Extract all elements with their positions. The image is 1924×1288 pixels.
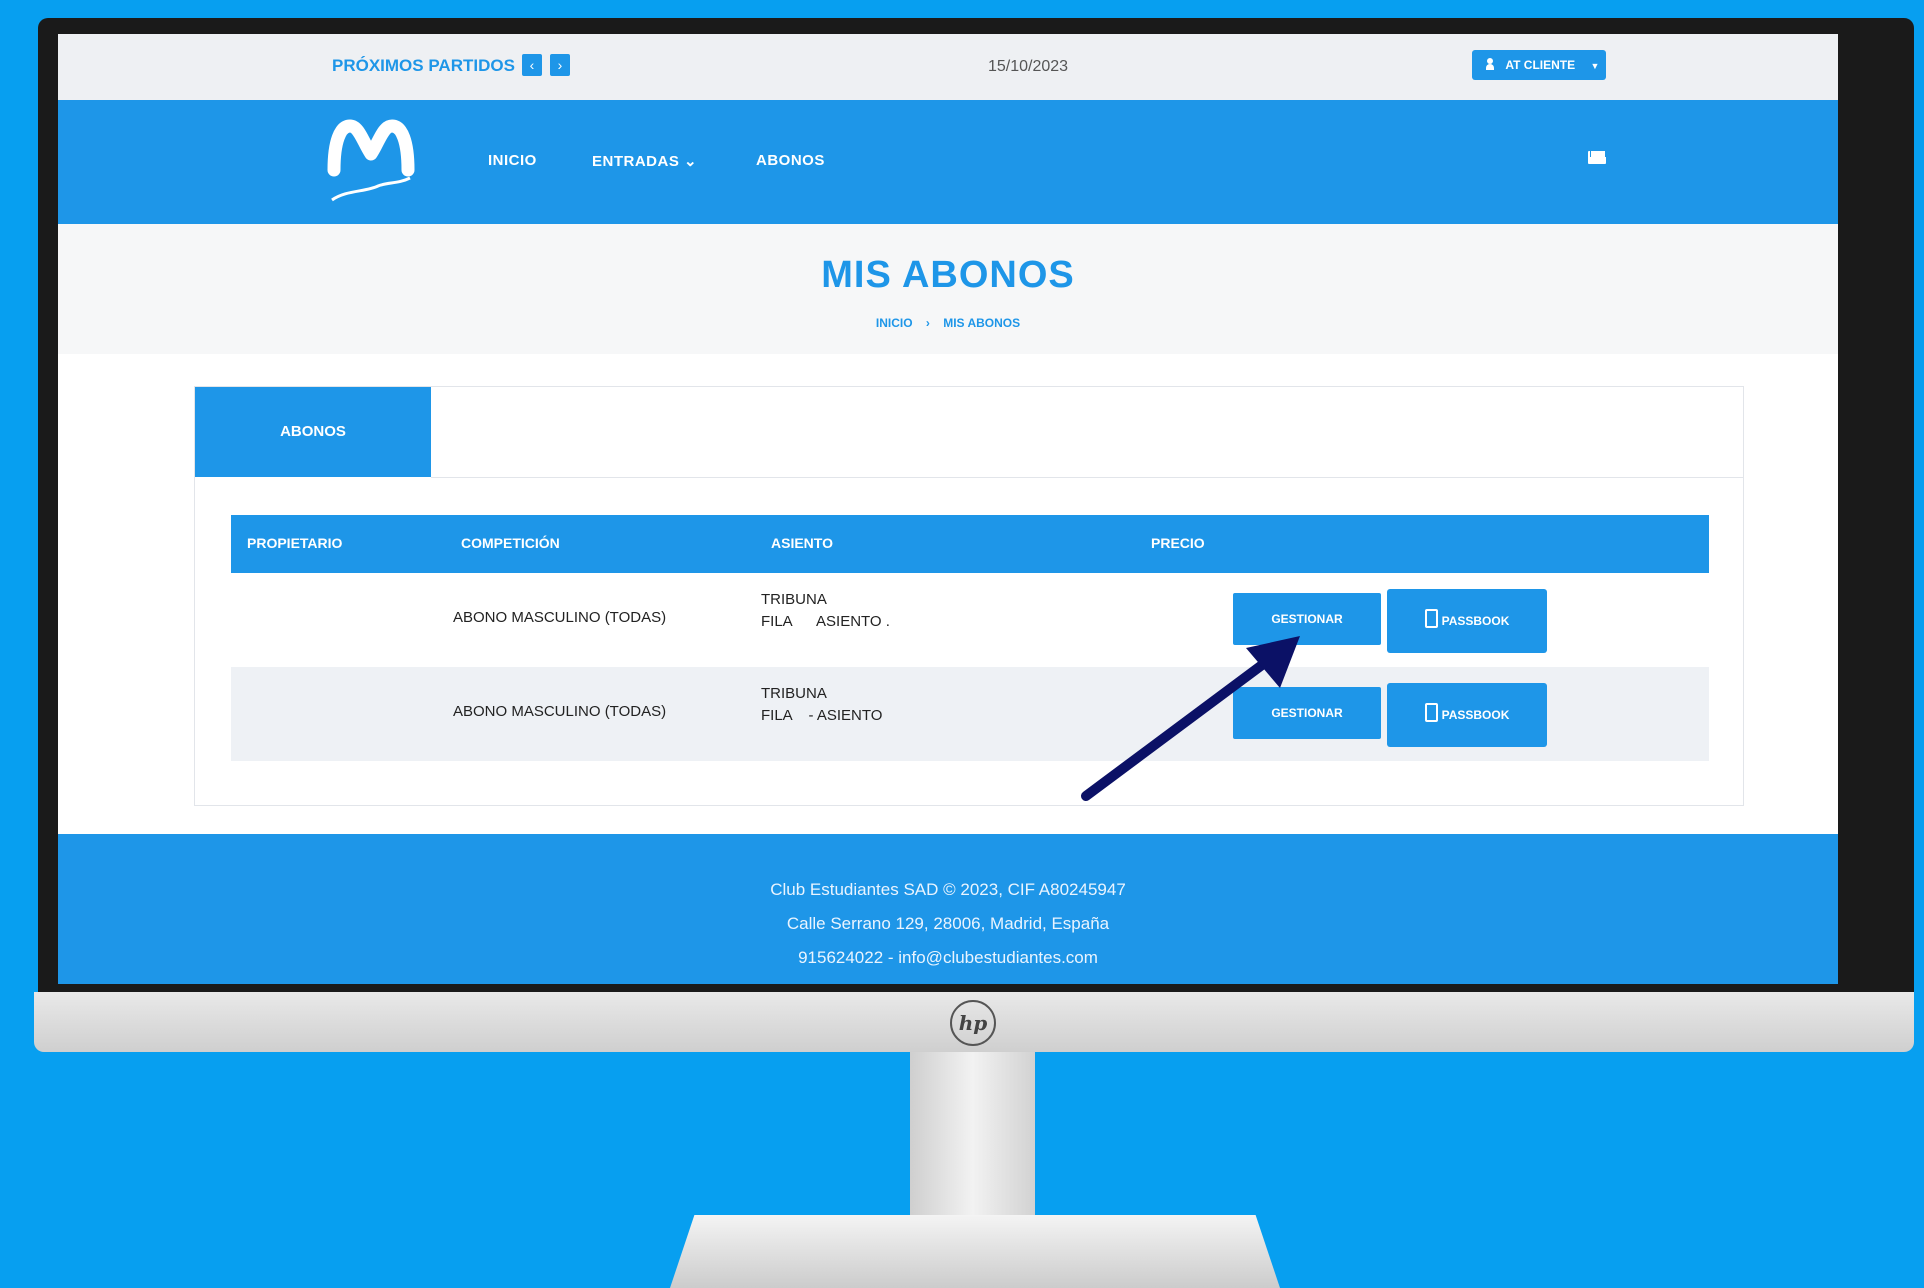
header-asiento: ASIENTO (771, 535, 833, 551)
client-account-button[interactable]: AT CLIENTE ▼ (1472, 50, 1606, 80)
competition-cell: ABONO MASCULINO (TODAS) (453, 703, 667, 720)
table-row: ABONO MASCULINO (TODAS) TRIBUNA FILA - A… (231, 667, 1709, 761)
next-match-button[interactable]: › (550, 54, 570, 76)
passbook-label: PASSBOOK (1441, 614, 1510, 628)
footer-address: Calle Serrano 129, 28006, Madrid, España (786, 914, 1110, 933)
breadcrumb-inicio[interactable]: INICIO (876, 316, 913, 330)
top-bar: PRÓXIMOS PARTIDOS ‹ › 15/10/2023 AT CLIE… (58, 34, 1838, 100)
seat-cell: TRIBUNA FILA ASIENTO . (761, 589, 890, 633)
abonos-table: PROPIETARIO COMPETICIÓN ASIENTO PRECIO A… (231, 515, 1709, 761)
nav-inicio[interactable]: INICIO (488, 152, 537, 169)
header-precio: PRECIO (1151, 535, 1205, 551)
tab-divider (431, 477, 1743, 478)
table-row: ABONO MASCULINO (TODAS) TRIBUNA FILA ASI… (231, 573, 1709, 667)
breadcrumb: INICIO › MIS ABONOS (58, 316, 1838, 330)
user-icon (1486, 58, 1494, 70)
tab-abonos[interactable]: ABONOS (195, 387, 431, 477)
prev-match-button[interactable]: ‹ (522, 54, 542, 76)
phone-icon (1424, 703, 1438, 722)
nav-entradas[interactable]: ENTRADAS ⌄ (592, 152, 697, 170)
seat-fila-asiento: FILA - ASIENTO (761, 707, 883, 724)
client-button-label: AT CLIENTE (1505, 58, 1576, 72)
monitor-stand-neck (910, 1052, 1035, 1232)
header-competicion: COMPETICIÓN (461, 535, 560, 551)
footer-company: Club Estudiantes SAD © 2023, CIF A802459… (770, 880, 1126, 899)
estudiantes-logo[interactable] (326, 112, 416, 207)
page-header: MIS ABONOS INICIO › MIS ABONOS (58, 224, 1838, 354)
hp-logo: hp (950, 1000, 996, 1046)
passbook-label: PASSBOOK (1441, 708, 1510, 722)
seat-tribuna: TRIBUNA (761, 591, 827, 608)
nav-abonos[interactable]: ABONOS (756, 152, 825, 169)
chevron-down-icon: ▼ (1590, 61, 1600, 71)
breadcrumb-mis-abonos: MIS ABONOS (943, 316, 1021, 330)
table-header: PROPIETARIO COMPETICIÓN ASIENTO PRECIO (231, 515, 1709, 573)
next-matches-label: PRÓXIMOS PARTIDOS (332, 56, 515, 75)
match-date: 15/10/2023 (988, 58, 1069, 75)
screen: PRÓXIMOS PARTIDOS ‹ › 15/10/2023 AT CLIE… (58, 34, 1838, 984)
annotation-arrow (1081, 636, 1300, 801)
competition-cell: ABONO MASCULINO (TODAS) (453, 609, 667, 626)
footer-contact[interactable]: 915624022 - info@clubestudiantes.com (58, 948, 1838, 968)
page-title: MIS ABONOS (821, 254, 1075, 296)
abonos-card: ABONOS PROPIETARIO COMPETICIÓN ASIENTO P… (194, 386, 1744, 806)
passbook-button[interactable]: PASSBOOK (1387, 683, 1547, 747)
envelope-icon[interactable] (1588, 151, 1606, 164)
phone-icon (1424, 609, 1438, 628)
header-propietario: PROPIETARIO (247, 535, 343, 551)
main-navbar: INICIO ENTRADAS ⌄ ABONOS (58, 100, 1838, 224)
seat-fila-asiento: FILA ASIENTO . (761, 613, 890, 630)
seat-cell: TRIBUNA FILA - ASIENTO (761, 683, 882, 727)
footer: Club Estudiantes SAD © 2023, CIF A802459… (58, 834, 1838, 984)
seat-tribuna: TRIBUNA (761, 685, 827, 702)
monitor-stand-base (670, 1215, 1280, 1288)
breadcrumb-separator: › (925, 316, 930, 330)
passbook-button[interactable]: PASSBOOK (1387, 589, 1547, 653)
